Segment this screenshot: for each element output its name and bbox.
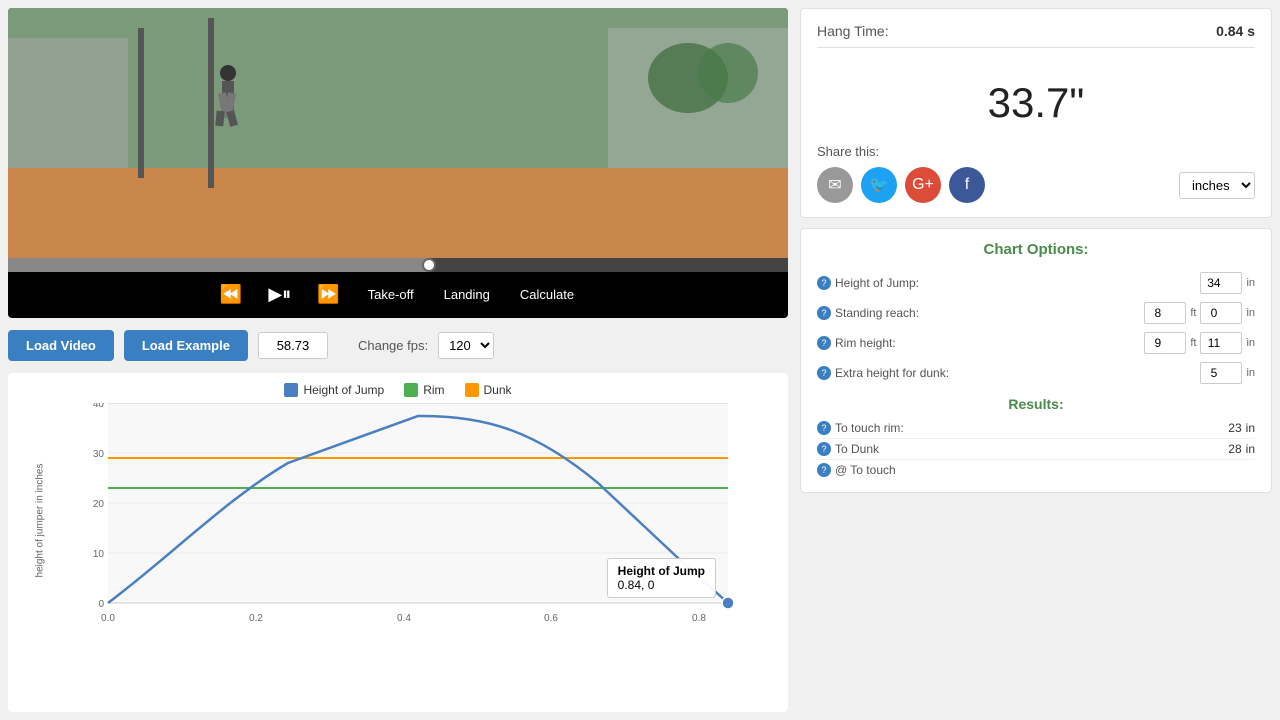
touch-rim-unit: in xyxy=(1246,421,1255,435)
to-dunk-value: 28 xyxy=(1228,442,1241,456)
to-touch-row: ? @ To touch xyxy=(817,460,1255,480)
to-dunk-unit: in xyxy=(1246,442,1255,456)
video-frame xyxy=(8,8,788,258)
rim-height-ft-input[interactable] xyxy=(1144,332,1186,354)
big-number-value: 33.7 xyxy=(988,79,1070,126)
legend-dunk-dot xyxy=(465,383,479,397)
rim-height-label: Rim height: xyxy=(835,336,896,350)
svg-text:0.8: 0.8 xyxy=(692,613,706,624)
svg-text:20: 20 xyxy=(93,499,105,510)
unit-select[interactable]: inches cm xyxy=(1179,172,1255,199)
standing-reach-in-input[interactable] xyxy=(1200,302,1242,324)
landing-button[interactable]: Landing xyxy=(436,285,498,304)
height-jump-input[interactable] xyxy=(1200,272,1242,294)
svg-text:0: 0 xyxy=(98,599,104,610)
to-dunk-label: To Dunk xyxy=(835,442,879,456)
rim-height-help-icon[interactable]: ? xyxy=(817,336,831,350)
video-progress-bar[interactable] xyxy=(8,258,788,272)
load-video-button[interactable]: Load Video xyxy=(8,330,114,361)
load-example-button[interactable]: Load Example xyxy=(124,330,248,361)
standing-reach-row: ? Standing reach: ft in xyxy=(817,298,1255,328)
extra-height-label: Extra height for dunk: xyxy=(835,366,949,380)
chart-options-title: Chart Options: xyxy=(817,241,1255,258)
chart-section: Height of Jump Rim Dunk height of jumper… xyxy=(8,373,788,712)
share-twitter-button[interactable]: 🐦 xyxy=(861,167,897,203)
svg-text:0.6: 0.6 xyxy=(544,613,558,624)
forward-button[interactable]: ⏩ xyxy=(311,282,345,307)
height-of-jump-row: ? Height of Jump: in xyxy=(817,268,1255,298)
calculate-button[interactable]: Calculate xyxy=(512,285,582,304)
video-player: ⏪ ▶⏸ ⏩ Take-off Landing Calculate xyxy=(8,8,788,318)
play-pause-button[interactable]: ▶⏸ xyxy=(262,282,297,307)
rewind-button[interactable]: ⏪ xyxy=(214,282,248,307)
legend-rim: Rim xyxy=(404,383,444,397)
share-icons: ✉ 🐦 G+ f inches cm xyxy=(817,167,1255,203)
video-controls: ⏪ ▶⏸ ⏩ Take-off Landing Calculate xyxy=(8,272,788,316)
share-email-button[interactable]: ✉ xyxy=(817,167,853,203)
height-jump-unit: in xyxy=(1246,277,1255,289)
svg-text:10: 10 xyxy=(93,549,105,560)
extra-height-input[interactable] xyxy=(1200,362,1242,384)
progress-fill xyxy=(8,258,429,272)
to-dunk-help-icon[interactable]: ? xyxy=(817,442,831,456)
to-touch-help-icon[interactable]: ? xyxy=(817,463,831,477)
big-number-unit: " xyxy=(1069,79,1084,126)
share-facebook-button[interactable]: f xyxy=(949,167,985,203)
standing-reach-help-icon[interactable]: ? xyxy=(817,306,831,320)
extra-height-help-icon[interactable]: ? xyxy=(817,366,831,380)
legend-jump-label: Height of Jump xyxy=(303,383,384,397)
height-jump-label: Height of Jump: xyxy=(835,276,919,290)
rim-height-row: ? Rim height: ft in xyxy=(817,328,1255,358)
rim-height-ft-label: ft xyxy=(1190,337,1196,349)
big-number-display: 33.7" xyxy=(817,56,1255,138)
legend-jump-dot xyxy=(284,383,298,397)
legend-dunk-label: Dunk xyxy=(484,383,512,397)
progress-thumb[interactable] xyxy=(422,258,436,272)
main-results-section: Hang Time: 0.84 s 33.7" Share this: ✉ 🐦 … xyxy=(800,8,1272,218)
height-jump-help-icon[interactable]: ? xyxy=(817,276,831,290)
takeoff-button[interactable]: Take-off xyxy=(360,285,422,304)
fps-value-display: 58.73 xyxy=(258,332,328,359)
legend-rim-dot xyxy=(404,383,418,397)
to-touch-label: @ To touch xyxy=(835,463,896,477)
change-fps-label: Change fps: xyxy=(358,338,428,353)
touch-rim-row: ? To touch rim: 23 in xyxy=(817,418,1255,439)
standing-reach-label: Standing reach: xyxy=(835,306,919,320)
fps-select[interactable]: 120 60 30 24 xyxy=(438,332,494,359)
svg-text:30: 30 xyxy=(93,449,105,460)
hang-time-row: Hang Time: 0.84 s xyxy=(817,23,1255,48)
touch-rim-label: To touch rim: xyxy=(835,421,904,435)
extra-height-row: ? Extra height for dunk: in xyxy=(817,358,1255,388)
svg-text:40: 40 xyxy=(93,403,105,410)
chart-options-section: Chart Options: ? Height of Jump: in ? St… xyxy=(800,228,1272,493)
touch-rim-value: 23 xyxy=(1228,421,1241,435)
standing-reach-ft-label: ft xyxy=(1190,307,1196,319)
legend-dunk: Dunk xyxy=(465,383,512,397)
svg-text:0.4: 0.4 xyxy=(397,613,411,624)
standing-reach-ft-input[interactable] xyxy=(1144,302,1186,324)
to-dunk-row: ? To Dunk 28 in xyxy=(817,439,1255,460)
legend-rim-label: Rim xyxy=(423,383,444,397)
chart-legend: Height of Jump Rim Dunk xyxy=(20,383,776,397)
hang-time-label: Hang Time: xyxy=(817,23,889,39)
video-controls-row: Load Video Load Example 58.73 Change fps… xyxy=(8,326,788,365)
rim-height-in-label: in xyxy=(1246,337,1255,349)
standing-reach-in-label: in xyxy=(1246,307,1255,319)
svg-text:0.2: 0.2 xyxy=(249,613,263,624)
results-title: Results: xyxy=(817,396,1255,412)
hang-time-value: 0.84 s xyxy=(1216,23,1255,39)
legend-jump: Height of Jump xyxy=(284,383,384,397)
share-section: Share this: ✉ 🐦 G+ f inches cm xyxy=(817,138,1255,203)
touch-rim-help-icon[interactable]: ? xyxy=(817,421,831,435)
extra-height-unit: in xyxy=(1246,367,1255,379)
rim-height-in-input[interactable] xyxy=(1200,332,1242,354)
share-label: Share this: xyxy=(817,144,1255,159)
svg-text:0.0: 0.0 xyxy=(101,613,115,624)
chart-svg: 0 10 20 30 40 xyxy=(60,403,776,633)
share-google-button[interactable]: G+ xyxy=(905,167,941,203)
y-axis-label: height of jumper in inches xyxy=(35,464,46,578)
